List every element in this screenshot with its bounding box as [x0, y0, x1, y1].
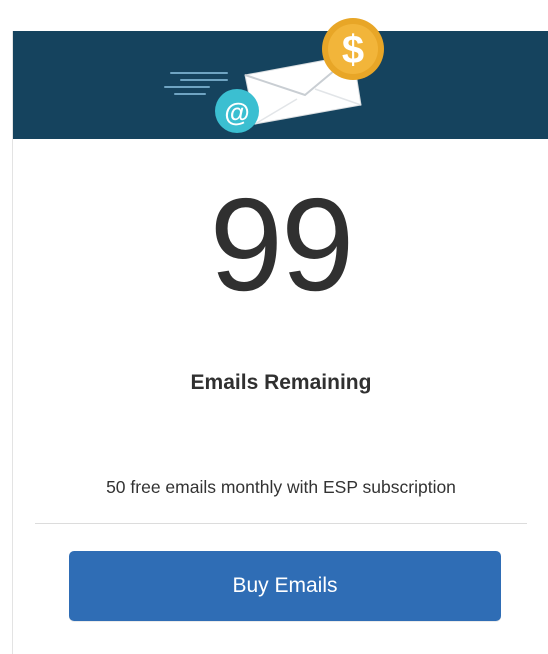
- speed-lines-icon: [164, 72, 228, 95]
- at-sign-icon: @: [215, 89, 259, 133]
- buy-emails-button[interactable]: Buy Emails: [69, 551, 501, 621]
- card-body: 99 Emails Remaining 50 free emails month…: [13, 139, 548, 654]
- emails-card: $ @ 99 Emails Remaining 50 free emails m…: [12, 18, 548, 654]
- divider: [35, 523, 527, 524]
- subscription-note: 50 free emails monthly with ESP subscrip…: [106, 477, 456, 497]
- card-header: $ @: [13, 18, 548, 139]
- emails-remaining-count: 99: [209, 171, 355, 318]
- svg-text:@: @: [224, 97, 249, 127]
- svg-text:$: $: [342, 28, 364, 72]
- emails-remaining-label: Emails Remaining: [190, 371, 372, 394]
- email-purchase-illustration: $ @: [164, 18, 384, 133]
- dollar-coin-icon: $: [322, 18, 384, 80]
